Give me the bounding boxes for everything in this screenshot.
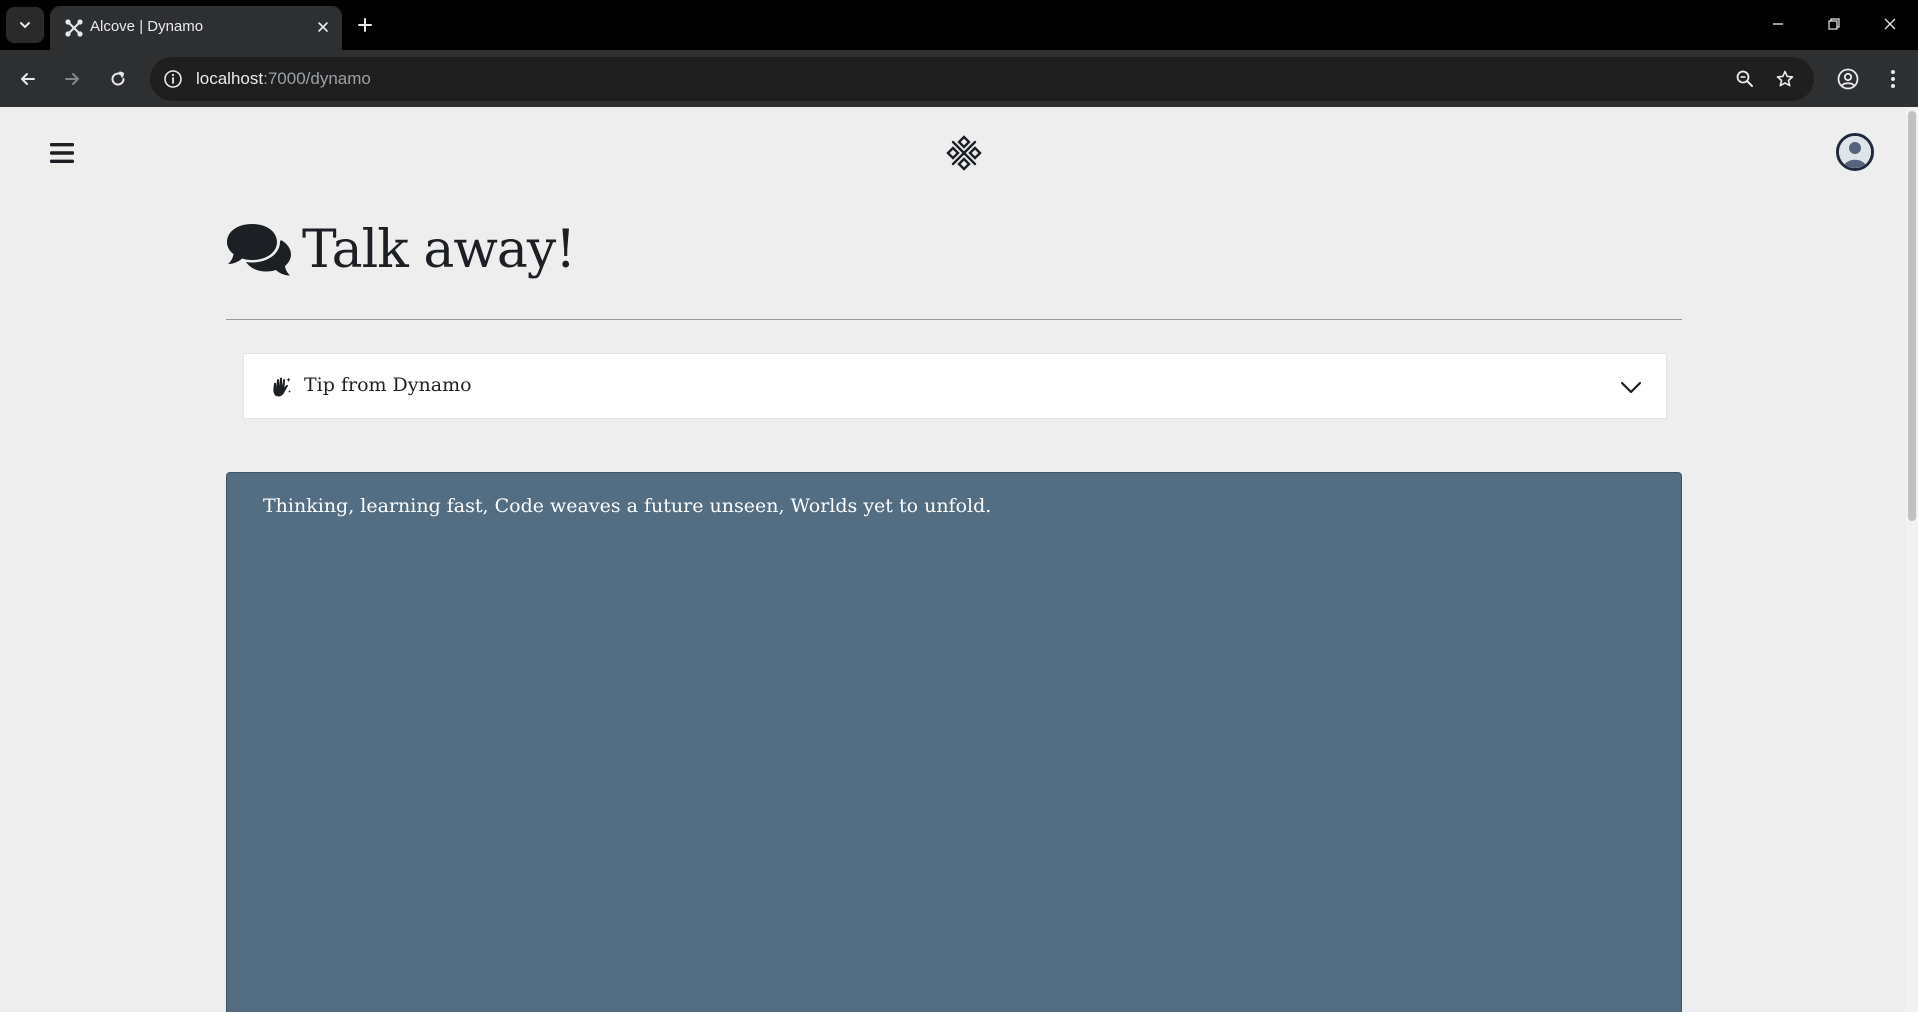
tip-label: Tip from Dynamo	[304, 374, 472, 396]
chevron-down-icon	[20, 22, 30, 29]
chat-message: Thinking, learning fast, Code weaves a f…	[263, 495, 992, 517]
heading-divider	[226, 319, 1682, 320]
tip-accordion[interactable]: Tip from Dynamo	[243, 353, 1667, 419]
browser-tab[interactable]: Alcove | Dynamo	[50, 6, 342, 50]
bookmark-button[interactable]	[1774, 68, 1796, 90]
address-bar[interactable]: localhost:7000/dynamo	[150, 57, 1814, 101]
hamburger-icon[interactable]	[48, 140, 76, 166]
restore-button[interactable]	[1814, 8, 1854, 40]
chevron-down-icon[interactable]	[1618, 374, 1644, 400]
account-circle-icon	[1837, 68, 1859, 90]
scrollbar-thumb[interactable]	[1908, 111, 1916, 521]
chat-panel: Thinking, learning fast, Code weaves a f…	[226, 472, 1682, 1012]
page-content: Talk away! Tip from Dynamo Thinking, lea…	[0, 107, 1906, 1012]
alcove-favicon-icon	[65, 19, 83, 37]
tab-search-button[interactable]	[6, 7, 44, 43]
user-silhouette-icon	[1839, 136, 1871, 168]
forward-button[interactable]	[56, 63, 88, 95]
url-path: :7000/dynamo	[263, 69, 371, 88]
close-icon	[1884, 18, 1896, 30]
zoom-button[interactable]	[1734, 68, 1756, 90]
new-tab-button[interactable]	[352, 12, 378, 38]
url-text[interactable]: localhost:7000/dynamo	[196, 69, 371, 89]
tab-close-button[interactable]	[312, 16, 334, 38]
more-vertical-icon	[1891, 70, 1895, 88]
close-icon	[318, 22, 328, 32]
profile-button[interactable]	[1833, 64, 1863, 94]
page-scrollbar[interactable]	[1906, 107, 1918, 1012]
zoom-out-icon	[1736, 70, 1753, 87]
back-button[interactable]	[12, 63, 44, 95]
comments-icon	[227, 224, 291, 276]
page-title: Talk away!	[302, 220, 576, 280]
alcove-logo-icon[interactable]	[944, 133, 984, 173]
browser-tab-bar: Alcove | Dynamo	[0, 0, 1918, 50]
plus-icon	[358, 18, 372, 32]
user-avatar[interactable]	[1836, 133, 1874, 171]
browser-toolbar: localhost:7000/dynamo	[0, 50, 1918, 107]
star-icon	[1776, 70, 1794, 87]
info-icon[interactable]	[162, 68, 184, 90]
reload-icon	[111, 71, 125, 86]
reload-button[interactable]	[102, 63, 134, 95]
tab-title: Alcove | Dynamo	[90, 18, 204, 35]
minimize-icon	[1773, 23, 1783, 25]
restore-icon	[1828, 18, 1840, 30]
page-heading: Talk away!	[226, 212, 576, 288]
url-host: localhost	[196, 69, 264, 88]
minimize-button[interactable]	[1758, 8, 1798, 40]
hand-sparkle-icon	[273, 377, 291, 397]
arrow-left-icon	[21, 73, 35, 85]
arrow-right-icon	[65, 73, 79, 85]
close-window-button[interactable]	[1870, 8, 1910, 40]
browser-menu-button[interactable]	[1878, 64, 1908, 94]
